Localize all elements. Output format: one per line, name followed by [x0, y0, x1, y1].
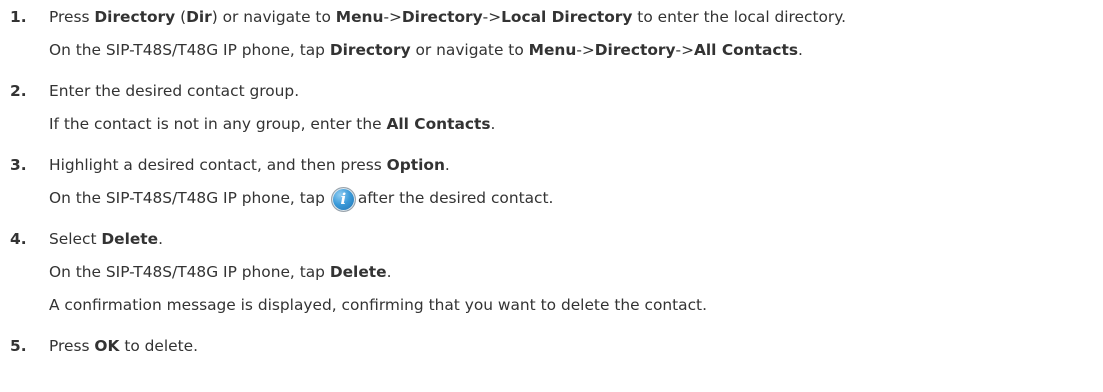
- step-5-text: Press OK to delete.: [49, 337, 199, 355]
- step-number: 3.: [10, 156, 27, 174]
- step-2-note: If the contact is not in any group, ente…: [49, 115, 496, 133]
- step-4-confirmation-note: A confirmation message is displayed, con…: [49, 296, 707, 314]
- step-1-note: On the SIP-T48S/T48G IP phone, tap Direc…: [49, 41, 803, 59]
- step-1-text: Press Directory (Dir) or navigate to Men…: [49, 8, 847, 26]
- step-number: 2.: [10, 82, 27, 100]
- step-number: 5.: [10, 337, 27, 355]
- info-icon: i: [330, 187, 356, 212]
- step-4-note: On the SIP-T48S/T48G IP phone, tap Delet…: [49, 263, 392, 281]
- step-4-text: Select Delete.: [49, 230, 164, 248]
- instruction-document: 1. Press Directory (Dir) or navigate to …: [0, 0, 1103, 392]
- step-3-text: Highlight a desired contact, and then pr…: [49, 156, 450, 174]
- step-number: 4.: [10, 230, 27, 248]
- step-2-text: Enter the desired contact group.: [49, 82, 300, 100]
- step-3-note: On the SIP-T48S/T48G IP phone, tap i afte…: [49, 187, 553, 212]
- step-number: 1.: [10, 8, 27, 26]
